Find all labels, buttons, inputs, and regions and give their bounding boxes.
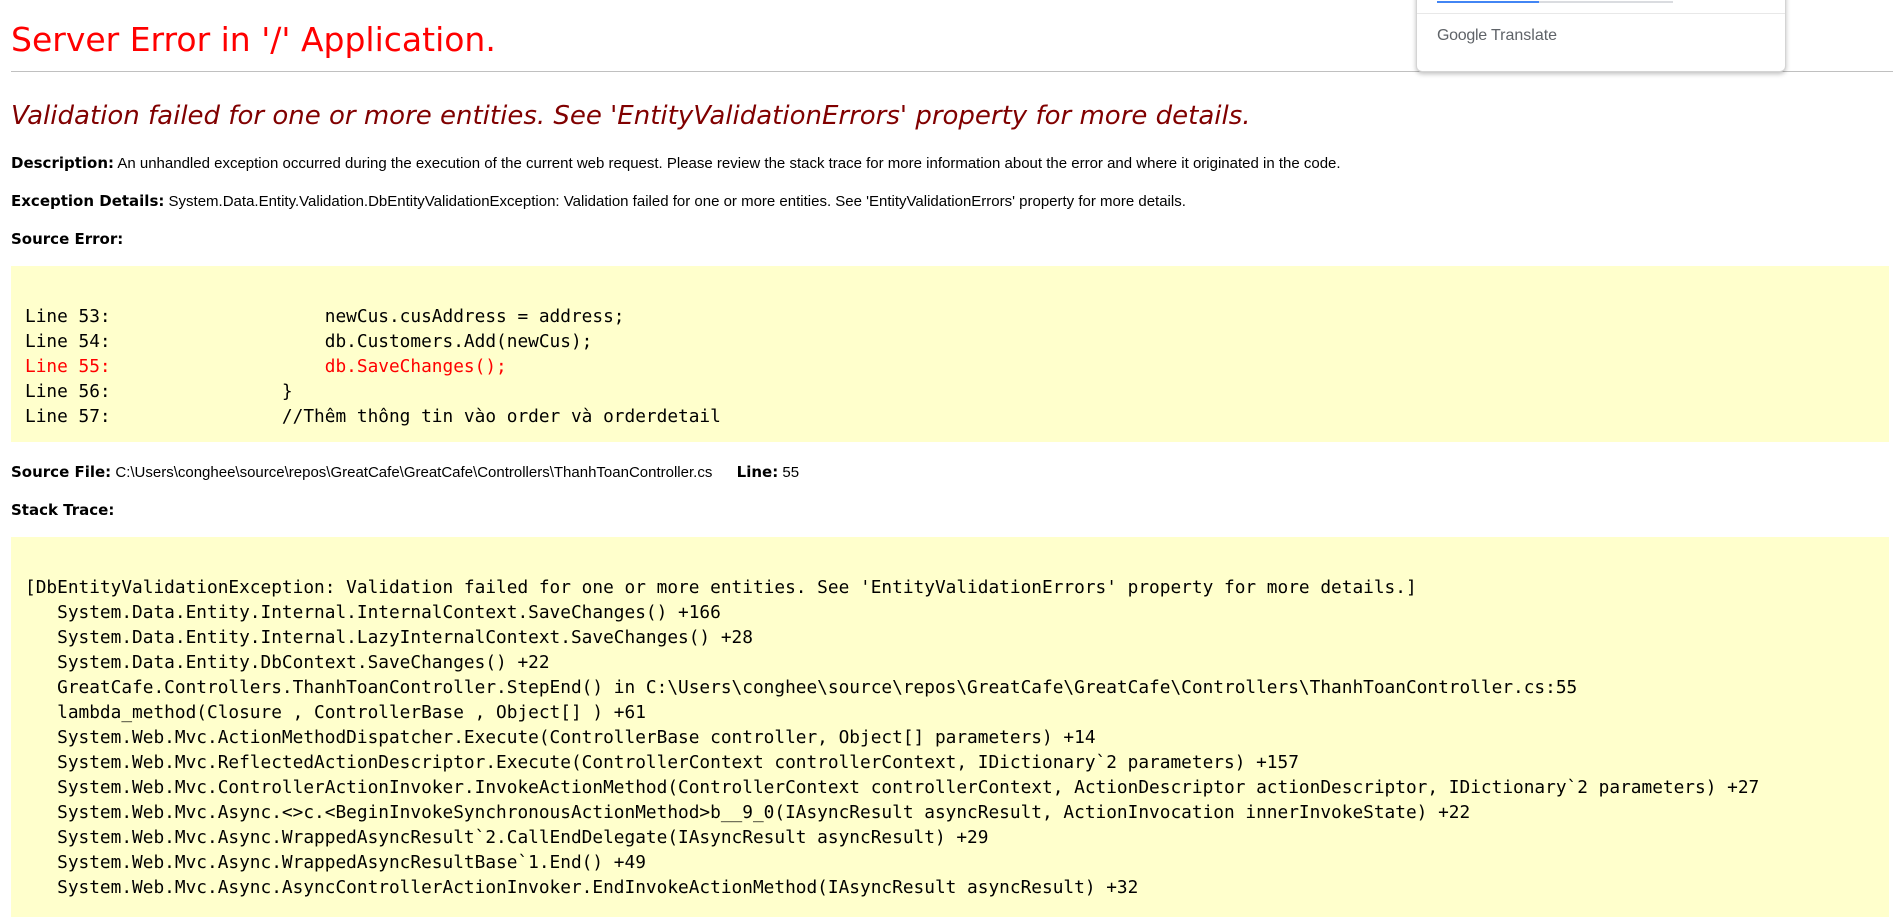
translate-progress-bar: [1437, 1, 1539, 3]
stack-trace-line: System.Web.Mvc.Async.<>c.<BeginInvokeSyn…: [25, 802, 1471, 823]
popup-divider: [1417, 13, 1785, 14]
stack-trace-line: System.Web.Mvc.ControllerActionInvoker.I…: [25, 777, 1760, 798]
description-text: An unhandled exception occurred during t…: [117, 155, 1341, 172]
description-label: Description:: [11, 154, 115, 172]
stack-trace-line: System.Web.Mvc.ReflectedActionDescriptor…: [25, 752, 1299, 773]
google-translate-logo[interactable]: Google Translate: [1437, 27, 1557, 45]
exception-details-row: Exception Details: System.Data.Entity.Va…: [11, 192, 1186, 210]
stack-trace-line: System.Data.Entity.Internal.LazyInternal…: [25, 627, 753, 648]
source-line: Line 57: //Thêm thông tin vào order và o…: [25, 406, 721, 427]
source-file-label: Source File:: [11, 463, 112, 481]
stack-trace-line: lambda_method(Closure , ControllerBase ,…: [25, 702, 646, 723]
source-file-path: C:\Users\conghee\source\repos\GreatCafe\…: [115, 464, 713, 481]
google-translate-popup[interactable]: Google Translate: [1416, 0, 1786, 72]
error-message: Validation failed for one or more entiti…: [11, 101, 1251, 131]
source-line-label: Line:: [736, 463, 779, 481]
description-row: Description: An unhandled exception occu…: [11, 154, 1341, 172]
stack-trace-line: System.Data.Entity.Internal.InternalCont…: [25, 602, 721, 623]
stack-trace-code-block[interactable]: [DbEntityValidationException: Validation…: [11, 537, 1889, 917]
source-line-number: 55: [782, 464, 800, 481]
stack-trace-label: Stack Trace:: [11, 501, 115, 519]
source-error-code-block[interactable]: Line 53: newCus.cusAddress = address; Li…: [11, 266, 1889, 442]
stack-trace-line: GreatCafe.Controllers.ThanhToanControlle…: [25, 677, 1578, 698]
source-error-heading: Source Error:: [11, 230, 123, 248]
stack-trace-line: System.Web.Mvc.Async.AsyncControllerActi…: [25, 877, 1139, 898]
source-line: Line 53: newCus.cusAddress = address;: [25, 306, 625, 327]
page-title: Server Error in '/' Application.: [11, 20, 496, 59]
source-error-label: Source Error:: [11, 230, 124, 248]
stack-trace-line: System.Data.Entity.DbContext.SaveChanges…: [25, 652, 550, 673]
google-brand-text: Google: [1437, 27, 1487, 44]
source-line: Line 54: db.Customers.Add(newCus);: [25, 331, 593, 352]
stack-trace-line: System.Web.Mvc.ActionMethodDispatcher.Ex…: [25, 727, 1096, 748]
source-line: Line 56: }: [25, 381, 293, 402]
source-file-row: Source File: C:\Users\conghee\source\rep…: [11, 463, 799, 481]
stack-trace-line: [DbEntityValidationException: Validation…: [25, 577, 1417, 598]
stack-trace-line: System.Web.Mvc.Async.WrappedAsyncResultB…: [25, 852, 646, 873]
translate-product-text: Translate: [1490, 27, 1558, 44]
translate-progress-track: [1539, 1, 1673, 3]
stack-trace-line: System.Web.Mvc.Async.WrappedAsyncResult`…: [25, 827, 989, 848]
source-line-error: Line 55: db.SaveChanges();: [25, 356, 507, 377]
stack-trace-heading: Stack Trace:: [11, 501, 114, 519]
exception-details-label: Exception Details:: [11, 192, 165, 210]
exception-details-text: System.Data.Entity.Validation.DbEntityVa…: [168, 193, 1186, 210]
